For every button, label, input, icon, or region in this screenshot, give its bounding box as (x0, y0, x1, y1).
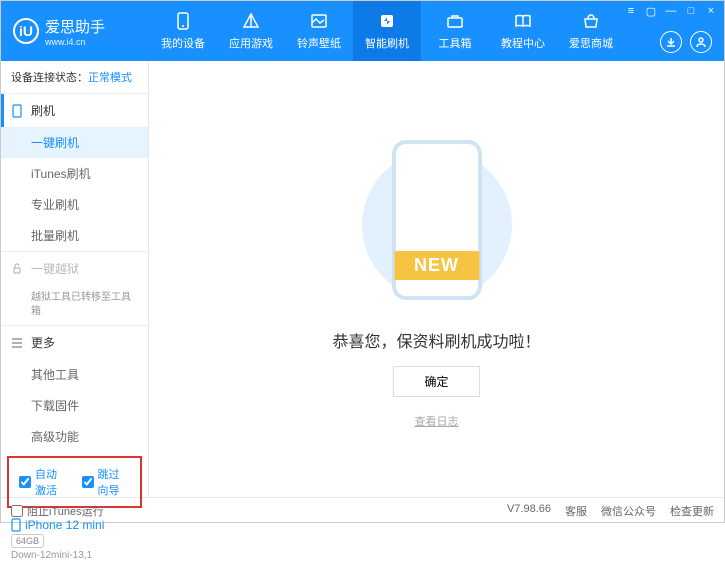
phone-icon (173, 11, 193, 31)
success-illustration: NEW (367, 130, 507, 310)
sidebar-more-header[interactable]: 更多 (1, 326, 148, 359)
menu-icon[interactable]: ≡ (624, 5, 638, 18)
maximize-icon[interactable]: □ (684, 5, 698, 18)
sidebar-item-download[interactable]: 下载固件 (1, 390, 148, 421)
window-controls: ≡ ▢ — □ × (624, 5, 718, 18)
connection-status: 设备连接状态：正常模式 (1, 61, 148, 93)
nav-store[interactable]: 爱思商城 (557, 1, 625, 61)
wechat-link[interactable]: 微信公众号 (601, 503, 656, 519)
device-storage: 64GB (11, 534, 44, 548)
sidebar-item-other[interactable]: 其他工具 (1, 359, 148, 390)
success-message: 恭喜您，保资料刷机成功啦！ (332, 328, 540, 352)
nav-toolbox[interactable]: 工具箱 (421, 1, 489, 61)
sidebar-jailbreak-header[interactable]: 一键越狱 (1, 252, 148, 285)
device-phone-icon (11, 518, 21, 532)
main-nav: 我的设备 应用游戏 铃声壁纸 智能刷机 工具箱 教程中心 爱思商城 (149, 1, 625, 61)
app-name: 爱思助手 (45, 16, 105, 37)
book-icon (513, 11, 533, 31)
toolbox-icon (445, 11, 465, 31)
phone-small-icon (11, 104, 25, 118)
app-url: www.i4.cn (45, 37, 105, 47)
store-icon (581, 11, 601, 31)
nav-my-device[interactable]: 我的设备 (149, 1, 217, 61)
options-row: 自动激活 跳过向导 (7, 456, 142, 508)
nav-flash[interactable]: 智能刷机 (353, 1, 421, 61)
apps-icon (241, 11, 261, 31)
logo-icon: iU (13, 18, 39, 44)
app-header: iU 爱思助手 www.i4.cn 我的设备 应用游戏 铃声壁纸 智能刷机 工具… (1, 1, 724, 61)
new-badge: NEW (394, 251, 479, 280)
main-content: NEW 恭喜您，保资料刷机成功啦！ 确定 查看日志 (149, 61, 724, 497)
pin-icon[interactable]: ▢ (644, 5, 658, 18)
lock-icon (11, 263, 25, 275)
sidebar-flash-header[interactable]: 刷机 (1, 94, 148, 127)
nav-tutorials[interactable]: 教程中心 (489, 1, 557, 61)
logo-area: iU 爱思助手 www.i4.cn (1, 16, 149, 47)
download-button[interactable] (660, 31, 682, 53)
skip-guide-checkbox[interactable]: 跳过向导 (82, 466, 131, 498)
flash-icon (377, 11, 397, 31)
sidebar: 设备连接状态：正常模式 刷机 一键刷机 iTunes刷机 专业刷机 批量刷机 一… (1, 61, 149, 497)
sidebar-item-oneclick[interactable]: 一键刷机 (1, 127, 148, 158)
close-icon[interactable]: × (704, 5, 718, 18)
view-log-link[interactable]: 查看日志 (415, 413, 459, 429)
auto-activate-checkbox[interactable]: 自动激活 (19, 466, 68, 498)
version-label: V7.98.66 (507, 503, 551, 519)
block-itunes-checkbox[interactable]: 阻止iTunes运行 (11, 503, 104, 519)
sidebar-item-pro[interactable]: 专业刷机 (1, 189, 148, 220)
sidebar-item-advanced[interactable]: 高级功能 (1, 421, 148, 452)
content-body: 设备连接状态：正常模式 刷机 一键刷机 iTunes刷机 专业刷机 批量刷机 一… (1, 61, 724, 497)
header-actions (660, 31, 712, 53)
update-link[interactable]: 检查更新 (670, 503, 714, 519)
device-sub: Down-12mini-13,1 (11, 550, 138, 561)
list-icon (11, 338, 25, 348)
minimize-icon[interactable]: — (664, 5, 678, 18)
device-info[interactable]: iPhone 12 mini 64GB Down-12mini-13,1 (1, 512, 148, 567)
wallpaper-icon (309, 11, 329, 31)
sidebar-item-itunes[interactable]: iTunes刷机 (1, 158, 148, 189)
nav-ringtones[interactable]: 铃声壁纸 (285, 1, 353, 61)
confirm-button[interactable]: 确定 (393, 366, 479, 397)
user-button[interactable] (690, 31, 712, 53)
nav-apps[interactable]: 应用游戏 (217, 1, 285, 61)
sidebar-item-batch[interactable]: 批量刷机 (1, 220, 148, 251)
service-link[interactable]: 客服 (565, 503, 587, 519)
sidebar-jailbreak-note: 越狱工具已转移至工具箱 (1, 285, 148, 325)
